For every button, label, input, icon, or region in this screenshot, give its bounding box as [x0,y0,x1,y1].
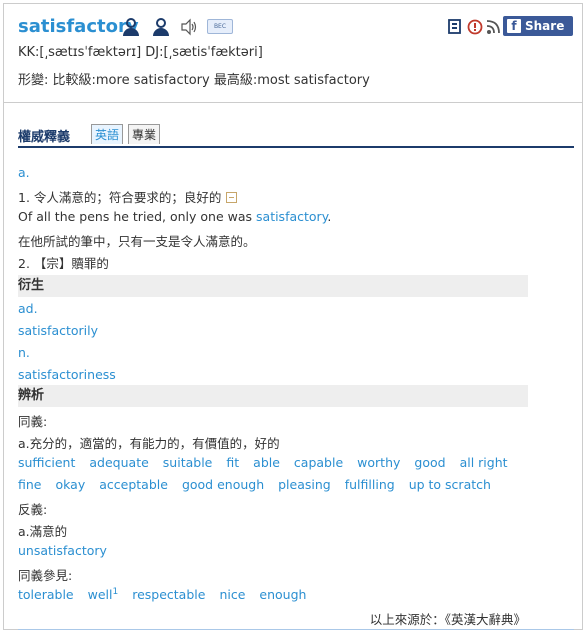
derivative-word-2[interactable]: satisfactoriness [18,367,116,382]
facebook-share-button[interactable]: f Share 0 [503,16,573,53]
report-error-icon[interactable] [467,18,483,36]
rss-icon[interactable] [486,18,500,36]
example-highlight[interactable]: satisfactory [256,209,327,224]
synonym-label: 同義: [18,414,48,429]
example-translation: 在他所試的筆中，只有一支是令人滿意的。 [18,234,256,249]
section-analysis: 辨析 [18,385,528,407]
see-also-link[interactable]: tolerable [18,587,74,602]
example-pre: Of all the pens he tried, only one was [18,209,257,224]
derivative-pos-1[interactable]: ad. [18,301,38,316]
synonym-row-1: sufficient adequate suitable fit able capable… [18,455,522,470]
synonym-link[interactable]: adequate [89,455,148,470]
see-also-row: tolerable well1 respectable nice enough [18,587,320,602]
antonym-link[interactable]: unsatisfactory [18,543,107,558]
section-derivatives: 衍生 [18,275,528,297]
synonym-link[interactable]: able [253,455,280,470]
part-of-speech[interactable]: a. [18,165,30,180]
facebook-icon: f [507,19,521,33]
speaker-icon[interactable] [180,18,198,36]
definition-1-text: 1. 令人滿意的；符合要求的；良好的 [18,190,222,205]
headword: satisfactory [18,16,139,37]
synonym-link[interactable]: fine [18,477,42,492]
synonym-link[interactable]: all right [460,455,508,470]
definition-1: 1. 令人滿意的；符合要求的；良好的 [18,187,238,206]
see-also-link[interactable]: respectable [132,587,205,602]
synonym-row-2: fine okay acceptable good enough pleasing ful… [18,477,505,492]
synonym-link[interactable]: up to scratch [409,477,491,492]
divider [18,629,574,630]
synonym-link[interactable]: fit [226,455,239,470]
synonym-link[interactable]: capable [294,455,343,470]
synonym-definition: a.充分的，適當的，有能力的，有價值的，好的 [18,436,280,451]
see-also-link[interactable]: nice [219,587,245,602]
tab-professional[interactable]: 專業 [128,124,161,144]
see-also-label: 同義參見: [18,568,73,583]
collapse-icon[interactable] [226,192,238,203]
pronounce-female-icon[interactable] [152,18,170,36]
dictionary-panel: satisfactory BEC KK:[͵sætɪsˈfæktərɪ] DJ:… [3,3,583,630]
bec-badge: BEC [207,19,233,34]
see-also-link[interactable]: enough [259,587,306,602]
definition-tabs: 權威釋義 英語 專業 [18,124,574,148]
derivative-word-1[interactable]: satisfactorily [18,323,98,338]
synonym-link[interactable]: suitable [163,455,213,470]
synonym-link[interactable]: pleasing [278,477,331,492]
definition-2: 2. 【宗】贖罪的 [18,256,109,271]
source-attribution: 以上來源於：《英漢大辭典》 [369,612,526,627]
synonym-link[interactable]: good [414,455,445,470]
tab-authoritative[interactable]: 權威釋義 [18,126,70,145]
example-sentence: Of all the pens he tried, only one was s… [18,209,331,224]
synonym-link[interactable]: worthy [357,455,400,470]
synonym-link[interactable]: okay [56,477,86,492]
pronounce-male-icon[interactable] [122,18,140,36]
synonym-link[interactable]: sufficient [18,455,75,470]
inflections: 形變: 比較級:more satisfactory 最高級:most satis… [18,73,370,88]
example-post: . [327,209,332,224]
bookmark-icon[interactable] [447,18,463,36]
derivative-pos-2[interactable]: n. [18,345,30,360]
antonym-definition: a.滿意的 [18,524,68,539]
see-also-superscript: 1 [112,587,119,597]
synonym-link[interactable]: acceptable [99,477,168,492]
pronunciation: KK:[͵sætɪsˈfæktərɪ] DJ:[͵sætisˈfæktəri] [18,45,263,60]
antonym-label: 反義: [18,502,48,517]
tab-english[interactable]: 英語 [91,124,124,144]
entry-header: satisfactory BEC KK:[͵sætɪsˈfæktərɪ] DJ:… [4,4,582,103]
synonym-link[interactable]: fulfilling [345,477,395,492]
see-also-link[interactable]: well [88,587,113,602]
synonym-link[interactable]: good enough [182,477,264,492]
